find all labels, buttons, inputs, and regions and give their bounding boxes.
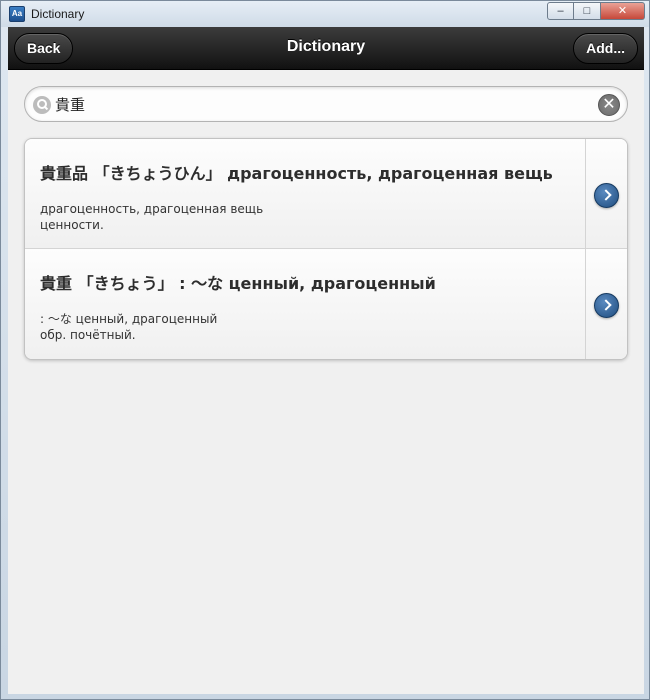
page-title: Dictionary: [286, 38, 366, 55]
close-window-button[interactable]: ✕: [601, 2, 645, 20]
add-button[interactable]: Add...: [573, 33, 638, 64]
window-controls: – □ ✕: [547, 2, 645, 20]
definition-line: : ～な ценный, драгоценный: [40, 312, 218, 326]
window-titlebar[interactable]: Aa Dictionary – □ ✕: [1, 1, 649, 27]
maximize-button[interactable]: □: [574, 2, 601, 20]
definition-line: обр. почётный.: [40, 328, 136, 342]
search-input[interactable]: [55, 93, 585, 115]
search-bar: ✕: [24, 86, 628, 122]
entry-title: 貴重 「きちょう」 : ～な ценный, драгоценный: [40, 274, 436, 293]
app-window: Aa Dictionary – □ ✕ Back Dictionary Add.…: [0, 0, 650, 700]
search-icon: [33, 96, 51, 114]
minimize-button[interactable]: –: [547, 2, 574, 20]
definition-line: драгоценность, драгоценная вещь: [40, 202, 264, 216]
detail-button-area[interactable]: [585, 139, 627, 248]
detail-button-area[interactable]: [585, 249, 627, 359]
header-bar: Back Dictionary Add...: [8, 27, 644, 70]
list-item[interactable]: 貴重 「きちょう」 : ～な ценный, драгоценный : ～な …: [25, 249, 627, 359]
chevron-right-icon[interactable]: [594, 293, 619, 318]
results-list: 貴重品 「きちょうひん」 драгоценность, драгоценная …: [24, 138, 628, 360]
chevron-right-icon[interactable]: [594, 183, 619, 208]
app-content: Back Dictionary Add... ✕ 貴重品 「きちょうひん」 др…: [8, 27, 644, 694]
clear-search-icon[interactable]: ✕: [598, 94, 620, 116]
window-title: Dictionary: [31, 7, 85, 21]
entry-title: 貴重品 「きちょうひん」 драгоценность, драгоценная …: [40, 164, 553, 183]
list-item[interactable]: 貴重品 「きちょうひん」 драгоценность, драгоценная …: [25, 139, 627, 249]
definition-line: ценности.: [40, 218, 104, 232]
entry-definition: : ～な ценный, драгоценный обр. почётный.: [40, 311, 217, 343]
entry-definition: драгоценность, драгоценная вещь ценности…: [40, 201, 263, 233]
dictionary-app-icon: Aa: [9, 6, 25, 22]
